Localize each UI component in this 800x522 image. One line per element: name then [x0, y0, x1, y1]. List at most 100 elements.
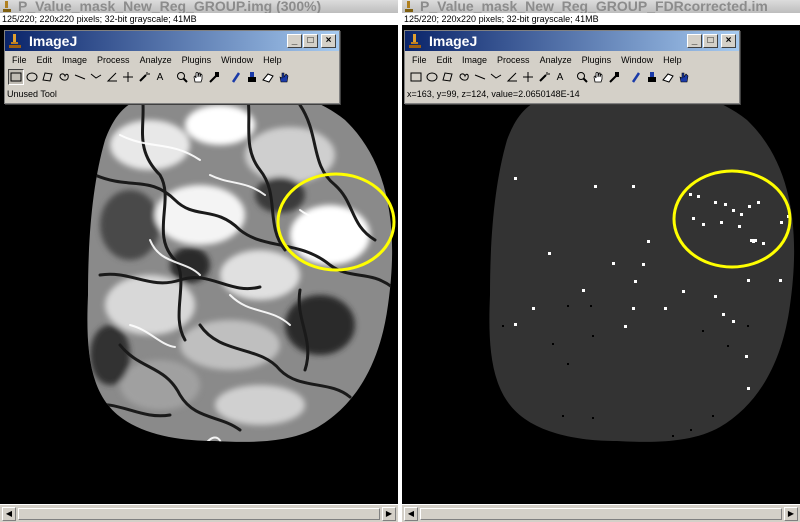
scroll-thumb[interactable] — [18, 508, 380, 520]
minimize-button[interactable]: _ — [287, 34, 302, 48]
dropper-tool-icon[interactable] — [676, 69, 692, 85]
close-button[interactable]: × — [321, 34, 336, 48]
voxel-dot — [647, 240, 650, 243]
brush-tool-icon[interactable] — [244, 69, 260, 85]
menu-process[interactable]: Process — [92, 55, 135, 65]
color-picker-tool-icon[interactable] — [206, 69, 222, 85]
image-window-title: P_Value_mask_New_Reg_GROUP.img (300%) — [18, 0, 322, 13]
eraser-tool-icon[interactable] — [260, 69, 276, 85]
menu-image[interactable]: Image — [457, 55, 492, 65]
point-tool-icon[interactable] — [520, 69, 536, 85]
angle-tool-icon[interactable] — [504, 69, 520, 85]
menu-image[interactable]: Image — [57, 55, 92, 65]
oval-tool-icon[interactable] — [424, 69, 440, 85]
wand-tool-icon[interactable] — [536, 69, 552, 85]
voxel-dot — [702, 330, 704, 332]
voxel-dot — [689, 193, 692, 196]
menu-analyze[interactable]: Analyze — [135, 55, 177, 65]
imagej-title: ImageJ — [429, 33, 478, 49]
magnifier-tool-icon[interactable] — [574, 69, 590, 85]
imagej-title-bar[interactable]: ImageJ _ □ × — [405, 31, 739, 51]
imagej-main-window[interactable]: ImageJ _ □ × File Edit Image Process Ana… — [404, 30, 740, 104]
text-tool-icon[interactable]: A — [152, 69, 168, 85]
menu-analyze[interactable]: Analyze — [535, 55, 577, 65]
segmented-line-tool-icon[interactable] — [88, 69, 104, 85]
oval-tool-icon[interactable] — [24, 69, 40, 85]
voxel-dot — [727, 345, 729, 347]
scroll-track[interactable] — [18, 508, 380, 520]
eraser-tool-icon[interactable] — [660, 69, 676, 85]
voxel-dot — [548, 252, 551, 255]
scroll-thumb[interactable] — [420, 508, 782, 520]
maximize-button[interactable]: □ — [303, 34, 318, 48]
microscope-icon — [9, 34, 21, 48]
scroll-right-button[interactable]: ▶ — [382, 507, 396, 521]
menu-process[interactable]: Process — [492, 55, 535, 65]
image-window-title-bar[interactable]: P_Value_mask_New_Reg_GROUP.img (300%) — [0, 0, 398, 13]
voxel-dot — [712, 415, 714, 417]
horizontal-scrollbar[interactable]: ◀ ▶ — [0, 504, 398, 522]
menu-help[interactable]: Help — [258, 55, 287, 65]
brush-tool-icon[interactable] — [644, 69, 660, 85]
pencil-tool-icon[interactable] — [628, 69, 644, 85]
voxel-dot — [634, 280, 637, 283]
menu-file[interactable]: File — [7, 55, 32, 65]
pencil-tool-icon[interactable] — [228, 69, 244, 85]
angle-tool-icon[interactable] — [104, 69, 120, 85]
scroll-track[interactable] — [420, 508, 782, 520]
scroll-right-button[interactable]: ▶ — [784, 507, 798, 521]
menu-window[interactable]: Window — [216, 55, 258, 65]
voxel-dot — [690, 429, 692, 431]
voxel-dot — [747, 387, 750, 390]
segmented-line-tool-icon[interactable] — [488, 69, 504, 85]
imagej-main-window[interactable]: ImageJ _ □ × File Edit Image Process Ana… — [4, 30, 340, 104]
polygon-tool-icon[interactable] — [440, 69, 456, 85]
scroll-left-button[interactable]: ◀ — [2, 507, 16, 521]
menu-file[interactable]: File — [407, 55, 432, 65]
menu-plugins[interactable]: Plugins — [177, 55, 217, 65]
wand-tool-icon[interactable] — [136, 69, 152, 85]
voxel-dot — [632, 307, 635, 310]
voxel-dot — [757, 201, 760, 204]
dropper-tool-icon[interactable] — [276, 69, 292, 85]
text-tool-icon[interactable]: A — [552, 69, 568, 85]
magnifier-tool-icon[interactable] — [174, 69, 190, 85]
menu-edit[interactable]: Edit — [432, 55, 458, 65]
desktop: P_Value_mask_New_Reg_GROUP.img (300%) 12… — [0, 0, 800, 522]
horizontal-scrollbar[interactable]: ◀ ▶ — [402, 504, 800, 522]
voxel-dot — [714, 295, 717, 298]
hand-tool-icon[interactable] — [590, 69, 606, 85]
voxel-dot — [532, 307, 535, 310]
scroll-left-button[interactable]: ◀ — [404, 507, 418, 521]
image-window-title-bar[interactable]: P_Value_mask_New_Reg_GROUP_FDRcorrected.… — [402, 0, 800, 13]
voxel-dot — [750, 239, 757, 242]
hand-tool-icon[interactable] — [190, 69, 206, 85]
polygon-tool-icon[interactable] — [40, 69, 56, 85]
voxel-dot — [562, 415, 564, 417]
straight-line-tool-icon[interactable] — [472, 69, 488, 85]
rectangle-tool-icon[interactable] — [8, 69, 24, 85]
rectangle-tool-icon[interactable] — [408, 69, 424, 85]
voxel-dot — [582, 289, 585, 292]
menu-edit[interactable]: Edit — [32, 55, 58, 65]
voxel-dot — [732, 320, 735, 323]
voxel-dot — [682, 290, 685, 293]
voxel-dot — [624, 325, 627, 328]
color-picker-tool-icon[interactable] — [606, 69, 622, 85]
voxel-dot — [702, 223, 705, 226]
close-button[interactable]: × — [721, 34, 736, 48]
image-window-title: P_Value_mask_New_Reg_GROUP_FDRcorrected.… — [420, 0, 768, 13]
freehand-tool-icon[interactable] — [56, 69, 72, 85]
voxel-dot — [514, 323, 517, 326]
straight-line-tool-icon[interactable] — [72, 69, 88, 85]
menu-window[interactable]: Window — [616, 55, 658, 65]
imagej-title-bar[interactable]: ImageJ _ □ × — [5, 31, 339, 51]
voxel-dot — [590, 305, 592, 307]
maximize-button[interactable]: □ — [703, 34, 718, 48]
minimize-button[interactable]: _ — [687, 34, 702, 48]
point-tool-icon[interactable] — [120, 69, 136, 85]
menu-plugins[interactable]: Plugins — [577, 55, 617, 65]
freehand-tool-icon[interactable] — [456, 69, 472, 85]
menu-help[interactable]: Help — [658, 55, 687, 65]
voxel-dot — [748, 205, 751, 208]
